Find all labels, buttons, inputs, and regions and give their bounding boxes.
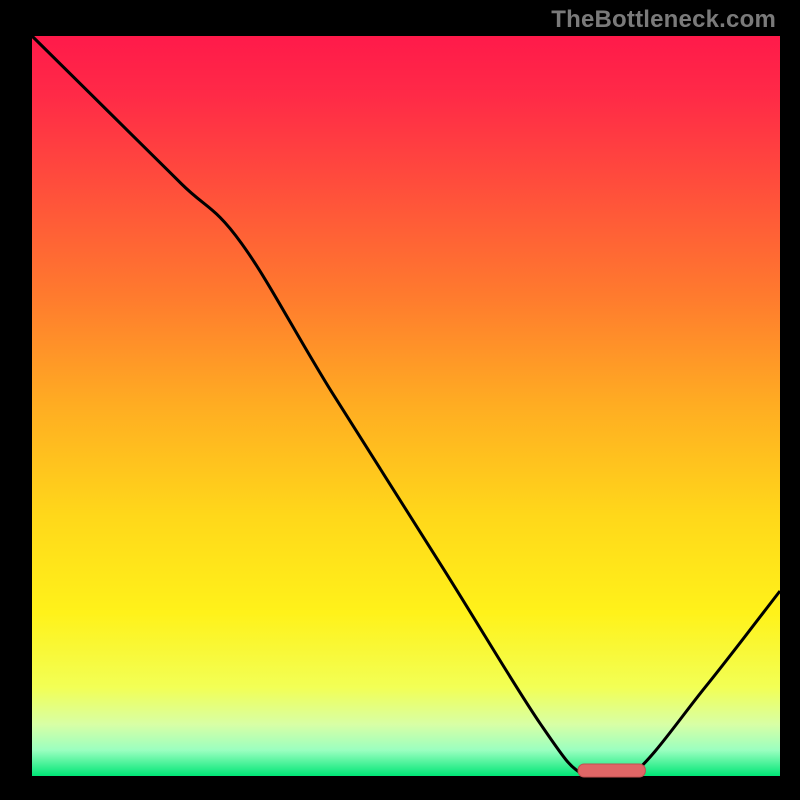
optimal-marker <box>578 764 645 777</box>
bottleneck-chart <box>0 0 800 800</box>
watermark-text: TheBottleneck.com <box>551 6 776 34</box>
chart-container: TheBottleneck.com <box>0 0 800 800</box>
